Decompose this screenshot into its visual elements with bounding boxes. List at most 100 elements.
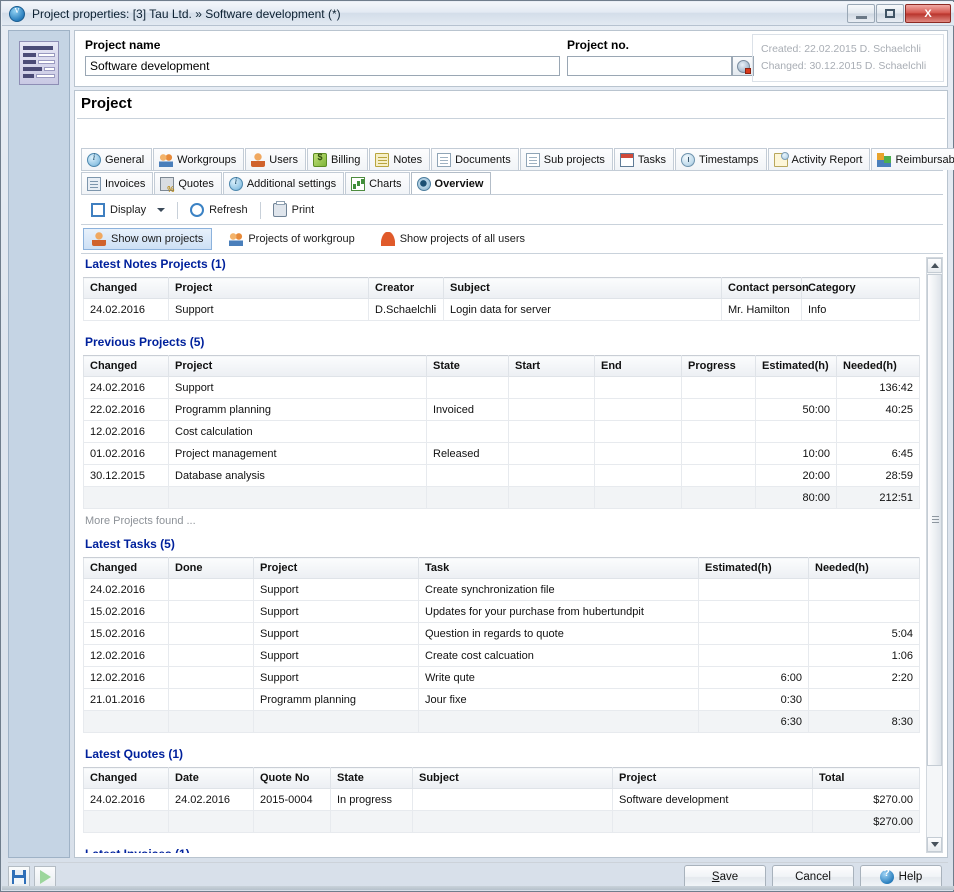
table-cell: [509, 399, 595, 421]
column-header-project[interactable]: Project: [169, 356, 427, 377]
footer-divider: [8, 862, 948, 863]
column-header-state[interactable]: State: [331, 768, 413, 789]
tab-billing[interactable]: Billing: [307, 148, 368, 170]
scroll-down-button[interactable]: [927, 837, 942, 852]
project-no-input[interactable]: [567, 56, 732, 76]
table-cell: 12.02.2016: [84, 421, 169, 443]
table-cell: 21.01.2016: [84, 689, 169, 711]
column-header-changed[interactable]: Changed: [84, 356, 169, 377]
table-cell: Support: [169, 377, 427, 399]
quick-save-button[interactable]: [8, 866, 30, 888]
table-row[interactable]: 15.02.2016SupportUpdates for your purcha…: [84, 601, 920, 623]
minimize-button[interactable]: [847, 4, 875, 23]
table-row[interactable]: 24.02.2016SupportD.SchaelchliLogin data …: [84, 299, 920, 321]
table-cell: 15.02.2016: [84, 623, 169, 645]
column-header-date[interactable]: Date: [169, 768, 254, 789]
overview-vertical-scrollbar[interactable]: [926, 257, 943, 853]
tab-reimbursables[interactable]: Reimbursables: [871, 148, 954, 170]
tab-activity-report[interactable]: Activity Report: [768, 148, 871, 170]
tab-quotes[interactable]: Quotes: [154, 172, 221, 194]
table-cell: [682, 421, 756, 443]
tab-row-primary: GeneralWorkgroups Users BillingNotesDocume…: [81, 148, 954, 170]
table-row[interactable]: 21.01.2016Programm planningJour fixe0:30: [84, 689, 920, 711]
project-name-input[interactable]: [85, 56, 560, 76]
money-icon: [313, 153, 327, 167]
display-button[interactable]: Display: [83, 199, 173, 221]
table-row[interactable]: 12.02.2016Cost calculation: [84, 421, 920, 443]
column-header-end[interactable]: End: [595, 356, 682, 377]
table-cell: [809, 689, 920, 711]
project-no-lookup-button[interactable]: [732, 56, 754, 76]
table-cell: Programm planning: [254, 689, 419, 711]
column-header-done[interactable]: Done: [169, 558, 254, 579]
column-header-quote-no[interactable]: Quote No: [254, 768, 331, 789]
table-cell: Support: [254, 601, 419, 623]
tab-general[interactable]: General: [81, 148, 152, 170]
table-row[interactable]: 30.12.2015Database analysis20:0028:59: [84, 465, 920, 487]
column-header-estimated-h[interactable]: Estimated(h): [756, 356, 837, 377]
column-header-subject[interactable]: Subject: [413, 768, 613, 789]
tab-invoices[interactable]: Invoices: [81, 172, 153, 194]
chevron-down-icon[interactable]: [157, 208, 165, 212]
scrollbar-thumb[interactable]: [927, 274, 942, 766]
table-row[interactable]: 12.02.2016SupportCreate cost calcuation1…: [84, 645, 920, 667]
table-cell: [509, 465, 595, 487]
column-header-project[interactable]: Project: [613, 768, 813, 789]
column-header-project[interactable]: Project: [254, 558, 419, 579]
column-header-project[interactable]: Project: [169, 278, 369, 299]
info-icon: [87, 153, 101, 167]
column-header-needed-h[interactable]: Needed(h): [809, 558, 920, 579]
table-cell: [699, 645, 809, 667]
column-header-creator[interactable]: Creator: [369, 278, 444, 299]
column-header-changed[interactable]: Changed: [84, 278, 169, 299]
tab-users[interactable]: Users: [245, 148, 306, 170]
project-no-label: Project no.: [567, 38, 629, 52]
table-row[interactable]: 24.02.2016SupportCreate synchronization …: [84, 579, 920, 601]
table-cell: [595, 421, 682, 443]
table-cell: [509, 377, 595, 399]
column-header-category[interactable]: Category: [802, 278, 920, 299]
table-row[interactable]: 15.02.2016SupportQuestion in regards to …: [84, 623, 920, 645]
column-header-start[interactable]: Start: [509, 356, 595, 377]
column-header-progress[interactable]: Progress: [682, 356, 756, 377]
column-header-total[interactable]: Total: [813, 768, 920, 789]
tab-tasks[interactable]: Tasks: [614, 148, 674, 170]
table-row[interactable]: 24.02.2016Support136:42: [84, 377, 920, 399]
scroll-up-button[interactable]: [927, 258, 942, 273]
column-header-state[interactable]: State: [427, 356, 509, 377]
close-button[interactable]: X: [905, 4, 951, 23]
overview-scroll-area[interactable]: Latest Notes Projects (1) ChangedProject…: [81, 257, 926, 853]
tab-notes[interactable]: Notes: [369, 148, 430, 170]
table-cell: [699, 623, 809, 645]
tab-overview[interactable]: Overview: [411, 172, 492, 194]
filter-show-own-projects[interactable]: Show own projects: [83, 228, 212, 250]
maximize-button[interactable]: [876, 4, 904, 23]
tab-timestamps[interactable]: Timestamps: [675, 148, 767, 170]
record-meta-box: Created: 22.02.2015 D. Schaelchli Change…: [752, 34, 944, 82]
tab-additional-settings[interactable]: Additional settings: [223, 172, 344, 194]
table-cell: 5:04: [809, 623, 920, 645]
tab-documents[interactable]: Documents: [431, 148, 519, 170]
refresh-button[interactable]: Refresh: [182, 199, 256, 221]
quick-run-button[interactable]: [34, 866, 56, 888]
column-header-changed[interactable]: Changed: [84, 558, 169, 579]
table-row[interactable]: 01.02.2016Project managementReleased10:0…: [84, 443, 920, 465]
column-header-estimated-h[interactable]: Estimated(h): [699, 558, 809, 579]
tab-charts[interactable]: Charts: [345, 172, 409, 194]
tab-sub-projects[interactable]: Sub projects: [520, 148, 613, 170]
tab-workgroups[interactable]: Workgroups: [153, 148, 244, 170]
filter-show-projects-of-all-users[interactable]: Show projects of all users: [372, 228, 534, 250]
table-row[interactable]: 24.02.201624.02.20162015-0004In progress…: [84, 789, 920, 811]
filter-projects-of-workgroup[interactable]: Projects of workgroup: [220, 228, 363, 250]
column-header-contact-person[interactable]: Contact person: [722, 278, 802, 299]
column-header-task[interactable]: Task: [419, 558, 699, 579]
document-icon: [437, 153, 451, 167]
column-header-subject[interactable]: Subject: [444, 278, 722, 299]
minimize-icon: [856, 16, 867, 19]
table-row[interactable]: 12.02.2016SupportWrite qute6:002:20: [84, 667, 920, 689]
column-header-needed-h[interactable]: Needed(h): [837, 356, 920, 377]
column-header-changed[interactable]: Changed: [84, 768, 169, 789]
print-button[interactable]: Print: [265, 199, 323, 221]
table-row[interactable]: 22.02.2016Programm planningInvoiced50:00…: [84, 399, 920, 421]
tab-label: Users: [269, 154, 298, 166]
